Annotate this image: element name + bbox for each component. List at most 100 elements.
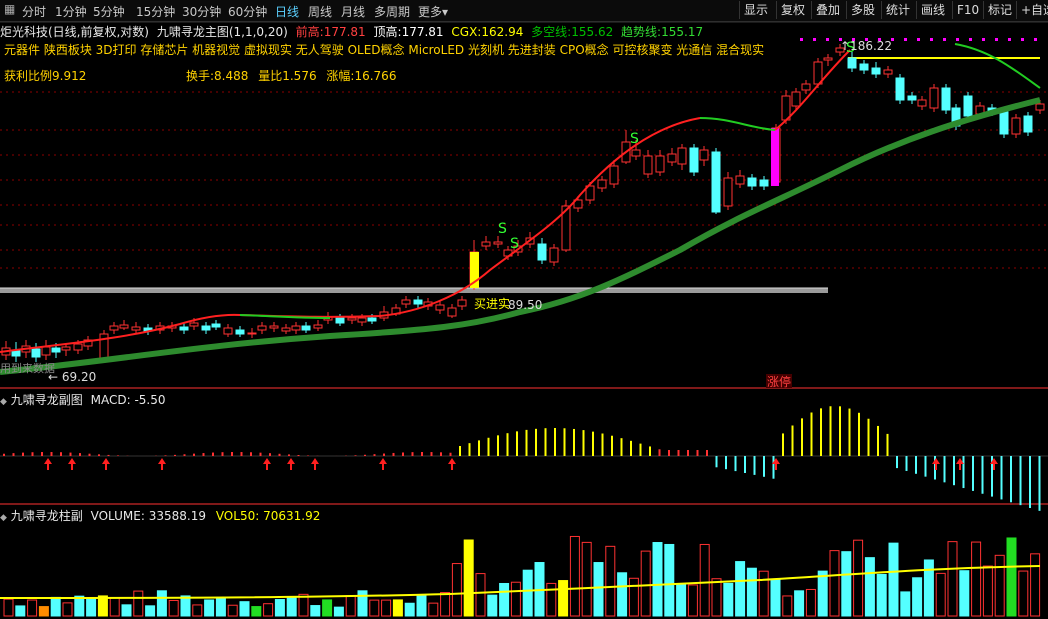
collapse-icon[interactable]: ◆ (0, 397, 7, 407)
timeframe-5[interactable]: 60分钟 (228, 3, 267, 20)
candle-body (447, 307, 457, 317)
toolbar-button-5[interactable]: 画线 (916, 1, 949, 19)
volume-bar (569, 535, 580, 617)
top-dot (904, 38, 907, 41)
volume-bar (652, 542, 663, 617)
toolbar-button-3[interactable]: 多股 (846, 1, 879, 19)
indicator-name[interactable]: 九啸寻龙主图(1,1,0,20) (157, 25, 288, 39)
candle-body (131, 326, 141, 331)
volume-pane-title: ◆ 九啸寻龙柱副 VOLUME: 33588.19 VOL50: 70631.9… (0, 507, 320, 524)
volume-bar (27, 599, 38, 617)
toolbar-button-1[interactable]: 复权 (776, 1, 809, 19)
buy-arrow (68, 458, 76, 470)
candle-body (847, 57, 857, 69)
volume-bar (664, 543, 675, 617)
limit-up-bg (766, 374, 792, 388)
high-price-marker: ↑186.22 (840, 39, 892, 53)
toolbar-button-7[interactable]: 标记 (983, 1, 1016, 19)
candle-body (859, 63, 869, 71)
top-dot (1008, 38, 1011, 41)
toolbar-button-4[interactable]: 统计 (881, 1, 914, 19)
buy-arrow (263, 458, 271, 470)
candle-body (223, 327, 233, 335)
duokong-value: 155.62 (571, 25, 614, 39)
volume-bar (959, 570, 970, 617)
volume-bar (38, 606, 49, 617)
volume-bar (3, 598, 14, 617)
timeframe-7[interactable]: 周线 (308, 3, 332, 20)
volume-bar (971, 541, 982, 617)
volume-bar (935, 572, 946, 617)
volume-bar (440, 592, 451, 617)
volume-bar (912, 577, 923, 617)
volume-bar (251, 606, 262, 617)
candle-body (917, 99, 927, 107)
volume-bar (735, 561, 746, 617)
volume-bar (381, 599, 392, 617)
candle-body (951, 107, 961, 127)
volume-bar (699, 543, 710, 617)
timeframe-3[interactable]: 15分钟 (136, 3, 175, 20)
toolbar-button-8[interactable]: +自选 (1016, 1, 1048, 19)
volume-bar (15, 605, 26, 617)
volume-bar (510, 581, 521, 617)
candle-body (999, 111, 1009, 135)
top-dot (1034, 38, 1037, 41)
candle-body (83, 339, 93, 347)
ma-line-red (0, 117, 701, 353)
candle-body (549, 247, 559, 263)
buy-arrow (158, 458, 166, 470)
timeframe-0[interactable]: 分时 (22, 3, 46, 20)
candle-body (51, 347, 61, 353)
toolbar-button-2[interactable]: 叠加 (811, 1, 844, 19)
kline-chart[interactable]: SSSS↑186.22← 69.20买进实89.50用到来数据涨停 (0, 0, 1048, 619)
candle-body (643, 155, 653, 175)
collapse-icon[interactable]: ◆ (0, 513, 7, 523)
highlight-candle (771, 128, 779, 186)
timeframe-1[interactable]: 1分钟 (55, 3, 87, 20)
timeframe-2[interactable]: 5分钟 (93, 3, 125, 20)
volume-bar (876, 573, 887, 617)
volume-bar (994, 554, 1005, 617)
volume-bar (923, 559, 934, 617)
candle-body (235, 329, 245, 335)
candle-body (481, 241, 491, 247)
volume-bar (428, 602, 439, 617)
prev-high-label: 前高: (295, 25, 324, 39)
candle-body (689, 147, 699, 173)
volume-pane-name[interactable]: 九啸寻龙柱副 (11, 509, 83, 523)
candle-body (423, 301, 433, 307)
stock-name[interactable]: 炬光科技(日线,前复权,对数) (0, 25, 149, 39)
top-dot (865, 38, 868, 41)
top-dot (943, 38, 946, 41)
toolbar-button-0[interactable]: 显示 (739, 1, 772, 19)
volume-bar (723, 582, 734, 617)
candle-body (813, 61, 823, 85)
macd-pane-name[interactable]: 九啸寻龙副图 (11, 393, 83, 407)
buy-arrow (102, 458, 110, 470)
toolbar-button-6[interactable]: F10 (952, 1, 983, 19)
volume-bar (369, 599, 380, 617)
top-dot (852, 38, 855, 41)
candle-body (941, 87, 951, 111)
top-dot (1021, 38, 1024, 41)
amplitude: 涨幅:16.766 (326, 69, 397, 83)
timeframe-9[interactable]: 多周期 (374, 3, 410, 20)
timeframe-10[interactable]: 更多▾ (418, 3, 448, 20)
volume-bar (687, 584, 698, 617)
timeframe-6[interactable]: 日线 (275, 3, 299, 20)
volume-ratio: 量比1.576 (258, 69, 317, 83)
timeframe-8[interactable]: 月线 (341, 3, 365, 20)
candle-body (457, 299, 467, 307)
volume-bar (180, 595, 191, 617)
timeframe-4[interactable]: 30分钟 (182, 3, 221, 20)
prev-high-value: 177.81 (323, 25, 366, 39)
menu-grid-icon[interactable]: ▦ (4, 2, 15, 16)
volume-bar (1030, 553, 1041, 617)
candle-body (99, 333, 109, 359)
volume-bar (1006, 537, 1017, 617)
volume-bar (451, 563, 462, 617)
candle-body (73, 343, 83, 351)
limit-up-tag: 涨停 (767, 374, 791, 389)
candle-body (871, 67, 881, 75)
